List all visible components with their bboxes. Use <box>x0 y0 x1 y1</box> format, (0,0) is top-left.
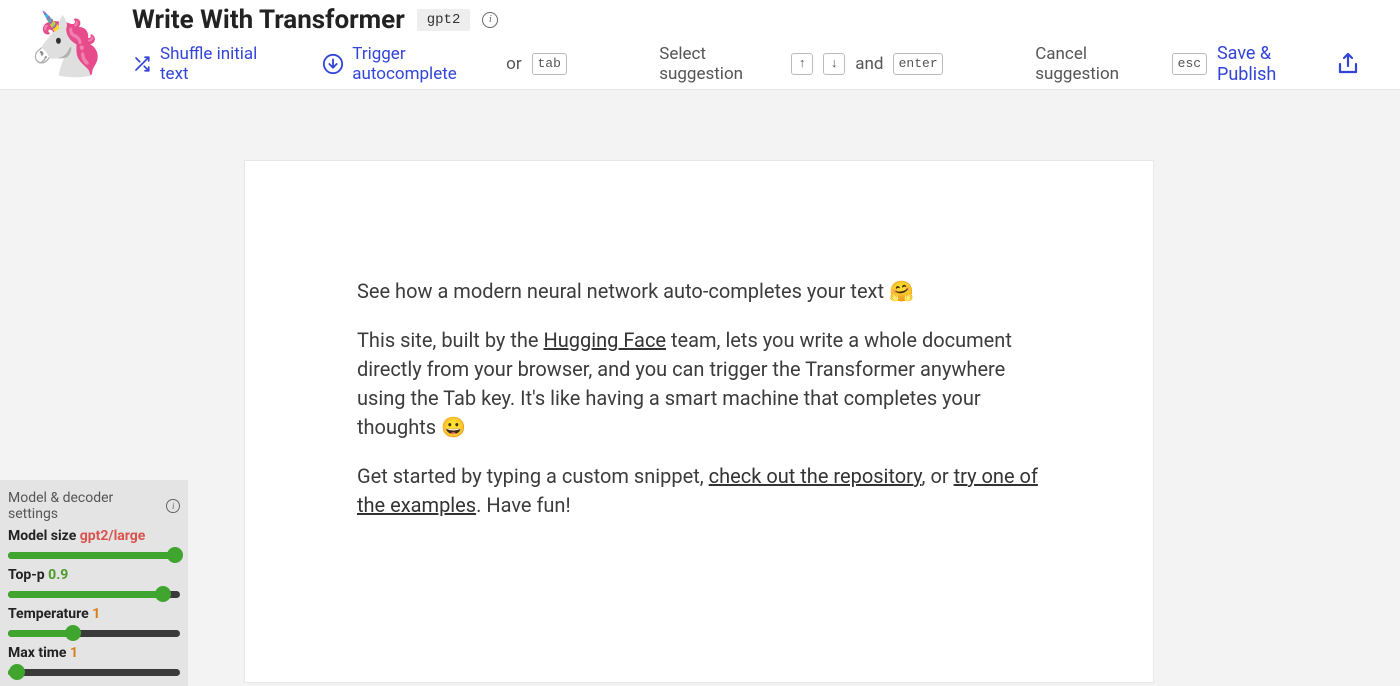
top-p-value: 0.9 <box>48 567 68 583</box>
or-label: or <box>506 54 521 74</box>
esc-key: esc <box>1172 53 1207 75</box>
settings-panel: Model & decoder settings i Model size gp… <box>0 480 188 686</box>
max-time-value: 1 <box>70 645 78 661</box>
top-p-slider[interactable] <box>8 588 180 600</box>
max-time-label: Max time <box>8 645 66 661</box>
hugging-face-link[interactable]: Hugging Face <box>543 328 666 352</box>
up-key: ↑ <box>791 53 813 75</box>
model-size-label: Model size <box>8 528 76 544</box>
hugging-face-emoji-icon: 🤗 <box>889 279 914 303</box>
save-publish-button[interactable]: Save & Publish <box>1217 43 1360 85</box>
header-actions: Shuffle initial text Trigger autocomplet… <box>132 43 1360 85</box>
p1-text: See how a modern neural network auto-com… <box>357 279 889 303</box>
tab-key: tab <box>532 53 567 75</box>
unicorn-icon: 🦄 <box>28 14 105 76</box>
p3-text-c: . Have fun! <box>476 493 571 517</box>
info-icon[interactable]: i <box>482 12 498 28</box>
select-suggestion-label: Select suggestion <box>659 44 781 84</box>
page-title: Write With Transformer <box>132 5 405 35</box>
info-icon[interactable]: i <box>166 499 180 513</box>
editor-paragraph-1[interactable]: See how a modern neural network auto-com… <box>357 277 1041 306</box>
grinning-emoji-icon: 😀 <box>441 415 466 439</box>
model-badge[interactable]: gpt2 <box>417 9 471 31</box>
editor-paragraph-2[interactable]: This site, built by the Hugging Face tea… <box>357 326 1041 442</box>
temperature-slider[interactable] <box>8 627 180 639</box>
shuffle-label: Shuffle initial text <box>160 44 275 84</box>
share-icon <box>1336 51 1360 77</box>
setting-top-p: Top-p 0.9 <box>8 567 180 600</box>
shuffle-icon <box>132 55 152 73</box>
p3-text-b: , or <box>922 464 954 488</box>
editor-document[interactable]: See how a modern neural network auto-com… <box>244 160 1154 683</box>
p3-text-a: Get started by typing a custom snippet, <box>357 464 709 488</box>
setting-temperature: Temperature 1 <box>8 606 180 639</box>
repository-link[interactable]: check out the repository <box>709 464 922 488</box>
settings-title: Model & decoder settings <box>8 490 160 522</box>
save-publish-label: Save & Publish <box>1217 43 1320 85</box>
max-time-slider[interactable] <box>8 666 180 678</box>
download-circle-icon <box>322 53 344 75</box>
temperature-value: 1 <box>92 606 100 622</box>
down-key: ↓ <box>823 53 845 75</box>
model-size-slider[interactable] <box>8 549 180 561</box>
top-p-label: Top-p <box>8 567 45 583</box>
temperature-label: Temperature <box>8 606 89 622</box>
cancel-suggestion-label: Cancel suggestion <box>1035 44 1162 84</box>
trigger-autocomplete-button[interactable]: Trigger autocomplete <box>322 44 496 84</box>
enter-key: enter <box>893 53 942 75</box>
and-label: and <box>855 54 883 74</box>
shuffle-button[interactable]: Shuffle initial text <box>132 44 275 84</box>
trigger-label: Trigger autocomplete <box>352 44 496 84</box>
setting-max-time: Max time 1 <box>8 645 180 678</box>
editor-paragraph-3[interactable]: Get started by typing a custom snippet, … <box>357 462 1041 520</box>
logo[interactable]: 🦄 <box>28 14 132 76</box>
p2-text-a: This site, built by the <box>357 328 543 352</box>
setting-model-size: Model size gpt2/large <box>8 528 180 561</box>
model-size-value: gpt2/large <box>80 528 146 544</box>
app-header: 🦄 Write With Transformer gpt2 i <box>0 0 1400 90</box>
